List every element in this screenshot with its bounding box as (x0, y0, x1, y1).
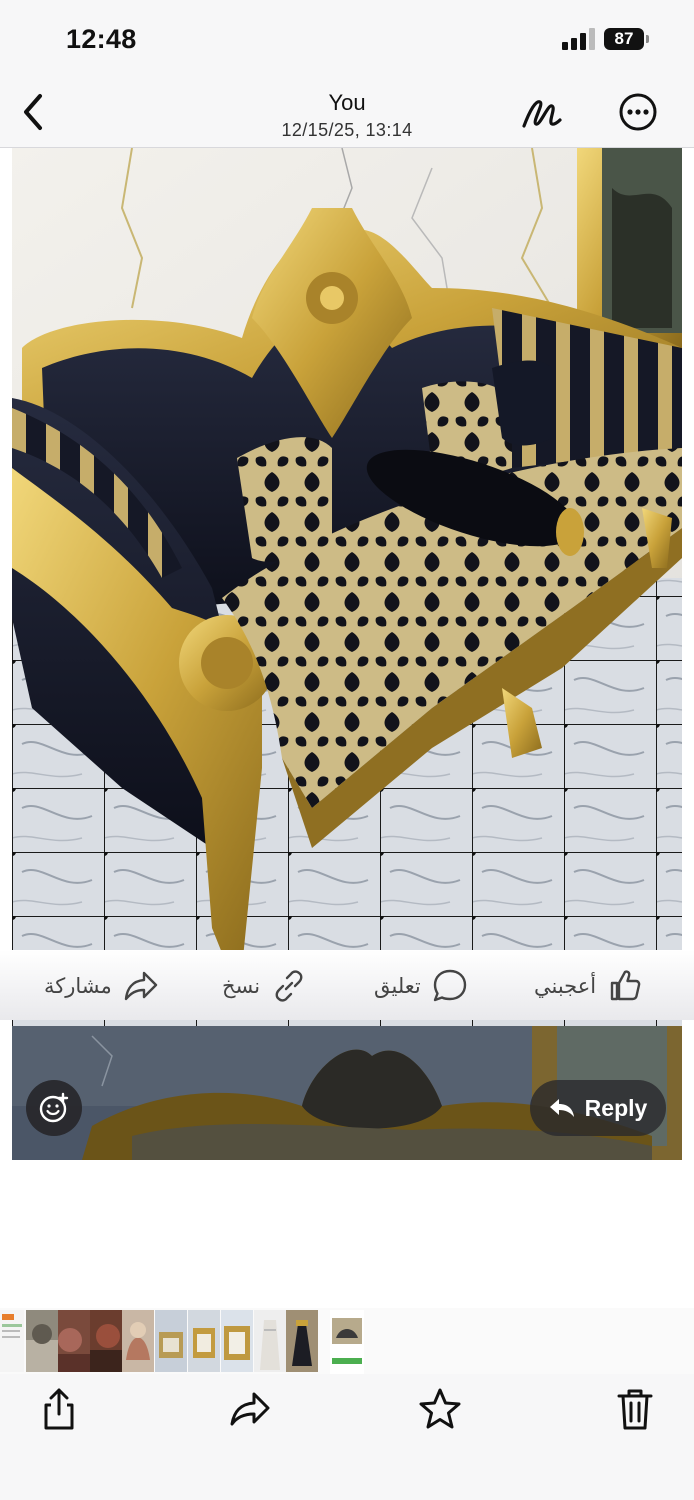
trash-icon[interactable] (610, 1384, 660, 1434)
thumbnail-active[interactable] (330, 1310, 364, 1374)
thumbnail[interactable] (188, 1310, 220, 1372)
battery-icon: 87 (604, 28, 644, 50)
thumbnail[interactable] (26, 1310, 58, 1372)
thumbnail-strip (0, 1308, 694, 1374)
thumbnail[interactable] (155, 1310, 187, 1372)
like-action-button[interactable]: أعجبني (534, 966, 644, 1006)
more-options-icon[interactable] (618, 92, 658, 132)
thumbnail[interactable] (90, 1310, 122, 1372)
thumbnail[interactable] (122, 1310, 154, 1372)
copy-label: نسخ (222, 974, 261, 998)
comment-action-button[interactable]: تعليق (374, 966, 469, 1006)
thumbnail[interactable] (0, 1310, 24, 1372)
thumbnail[interactable] (286, 1310, 318, 1372)
star-icon[interactable] (415, 1384, 465, 1434)
forward-icon[interactable] (226, 1384, 276, 1434)
share-icon[interactable] (34, 1384, 84, 1434)
battery-tip (646, 35, 649, 43)
status-bar: 12:48 87 (0, 0, 694, 78)
reply-button[interactable]: Reply (530, 1080, 666, 1136)
nav-header: You 12/15/25, 13:14 (0, 78, 694, 148)
markup-pen-icon[interactable] (518, 90, 564, 134)
thumbs-up-icon (610, 970, 641, 1001)
page-subtitle: 12/15/25, 13:14 (281, 120, 413, 140)
cellular-signal-icon (562, 28, 596, 50)
header-title-group: You 12/15/25, 13:14 (0, 90, 694, 141)
add-reaction-emoji-icon[interactable] (26, 1080, 82, 1136)
link-icon (275, 970, 303, 1002)
comment-label: تعليق (374, 974, 421, 998)
copy-link-action-button[interactable]: نسخ (222, 966, 308, 1006)
battery-level: 87 (614, 29, 634, 48)
bottom-toolbar (0, 1374, 694, 1500)
comment-icon (433, 969, 466, 1002)
thumbnail[interactable] (254, 1310, 286, 1372)
like-label: أعجبني (534, 974, 597, 998)
reply-label: Reply (584, 1094, 648, 1121)
thumbnail[interactable] (221, 1310, 253, 1372)
share-arrow-icon (124, 971, 157, 1001)
share-label: مشاركة (44, 974, 112, 998)
status-time: 12:48 (66, 24, 137, 54)
reply-arrow-icon (549, 1099, 574, 1117)
thumbnail[interactable] (58, 1310, 90, 1372)
share-action-button[interactable]: مشاركة (44, 966, 160, 1006)
post-actions-bar: أعجبني تعليق نسخ مشاركة (0, 950, 694, 1020)
sofa-photo[interactable] (12, 148, 682, 1032)
page-title: You (328, 90, 366, 115)
